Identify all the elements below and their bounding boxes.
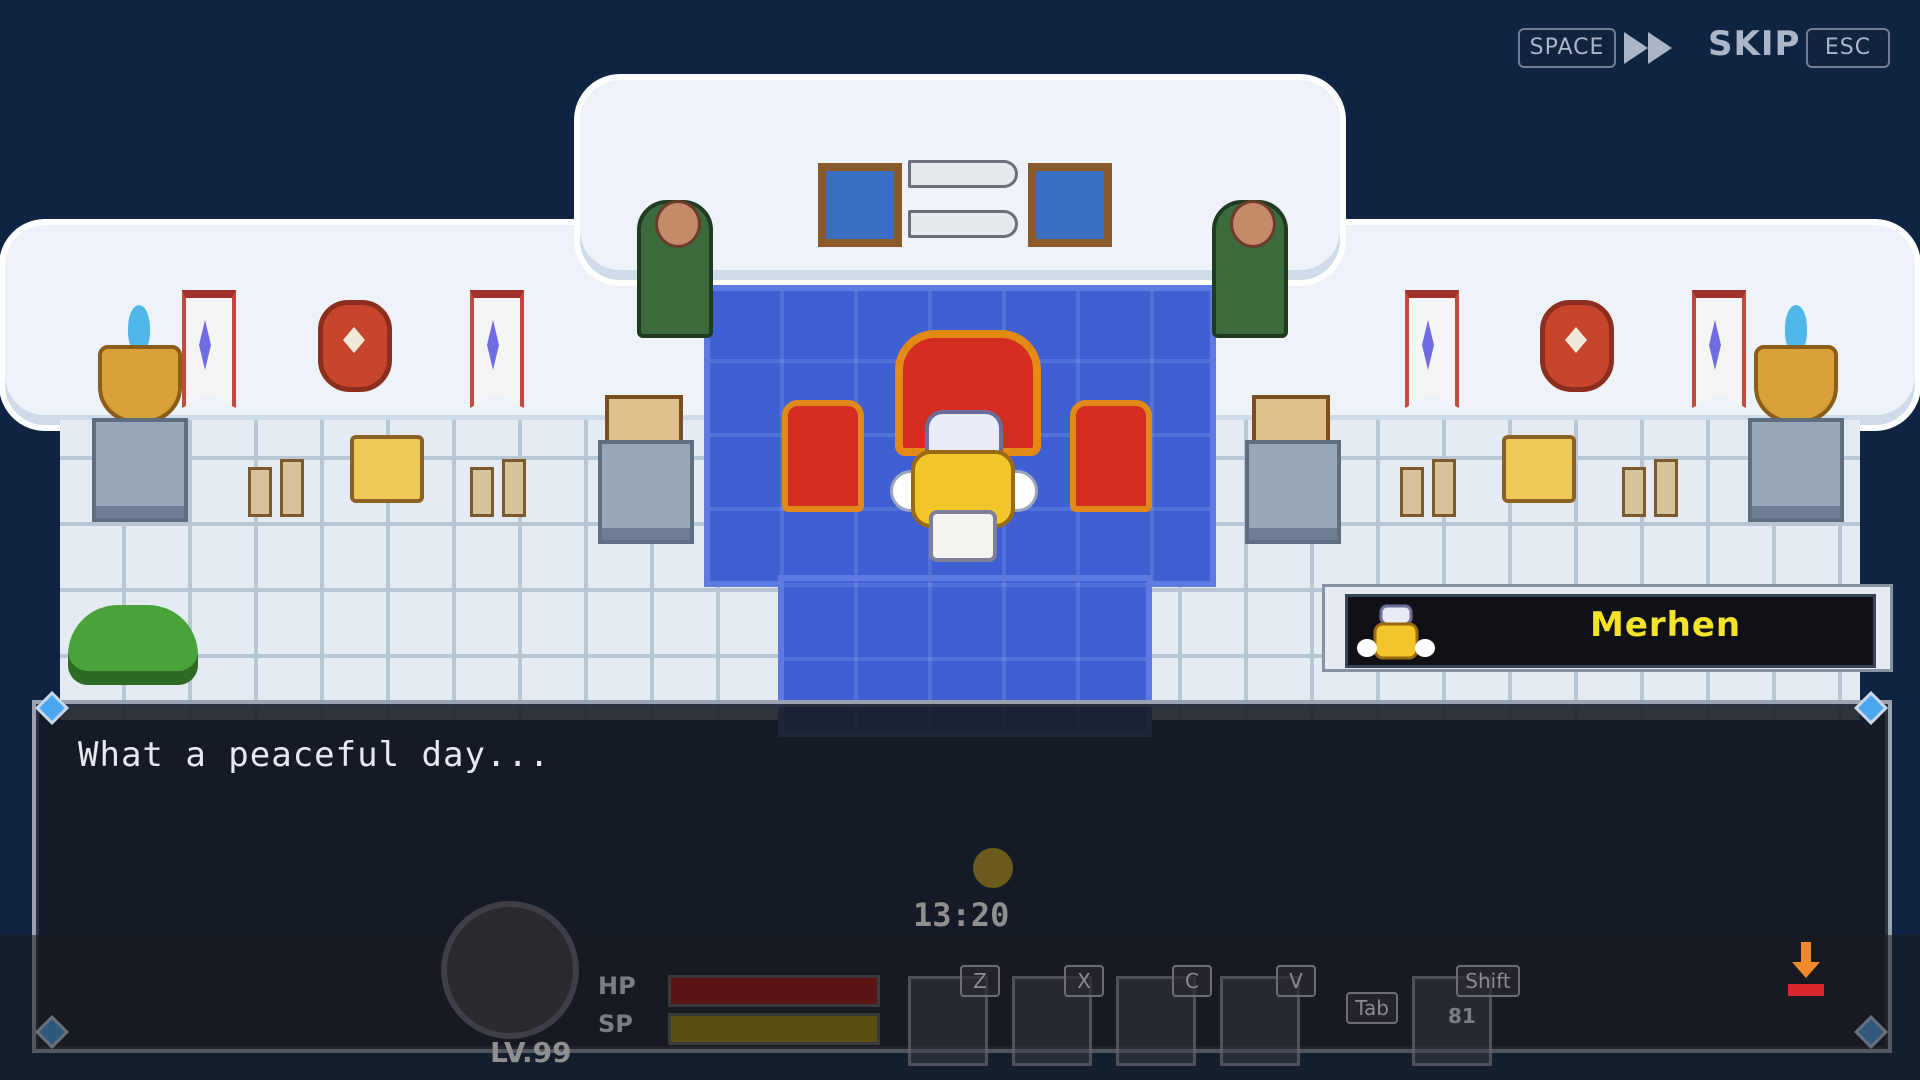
pedestal [1245, 440, 1341, 544]
hp-label: HP [598, 972, 636, 1000]
sword-decoration [908, 160, 1018, 188]
character-portrait-icon [1357, 604, 1435, 660]
clock-display: 13:20 [913, 896, 1010, 934]
advance-arrow-icon[interactable] [1788, 940, 1824, 1000]
character-portrait-icon [441, 901, 579, 1039]
speaker-name: Merhen [1590, 605, 1742, 645]
space-key-button[interactable]: SPACE [1518, 28, 1616, 68]
painting-left [818, 163, 902, 247]
hotkey-c-key: C [1172, 965, 1212, 997]
fast-forward-icon[interactable] [1622, 30, 1678, 66]
candle-stand [1614, 455, 1684, 517]
green-bush [68, 605, 198, 685]
banner [1692, 290, 1746, 408]
golden-stool [1502, 435, 1576, 503]
shift-key: Shift [1456, 965, 1520, 997]
candle-stand [1392, 455, 1462, 517]
tab-key[interactable]: Tab [1346, 992, 1398, 1024]
candle-stand [462, 455, 532, 517]
hotkey-v-key: V [1276, 965, 1316, 997]
sword-decoration [908, 210, 1018, 238]
statue-right [1212, 200, 1288, 338]
level-label: LV.99 [490, 1036, 572, 1069]
item-count: 81 [1448, 1004, 1476, 1028]
golden-urn [98, 345, 182, 423]
pedestal [92, 418, 188, 522]
esc-key-button[interactable]: ESC [1806, 28, 1890, 68]
red-chair-left [782, 400, 864, 512]
pedestal [598, 440, 694, 544]
banner [470, 290, 524, 408]
sun-icon [973, 848, 1013, 888]
statue-left [637, 200, 713, 338]
hp-bar [668, 975, 880, 1007]
red-shield [1540, 300, 1614, 392]
pedestal [1748, 418, 1844, 522]
dialogue-text: What a peaceful day... [78, 735, 551, 775]
red-chair-right [1070, 400, 1152, 512]
painting-right [1028, 163, 1112, 247]
golden-stool [350, 435, 424, 503]
banner [182, 290, 236, 408]
candle-stand [240, 455, 310, 517]
banner [1405, 290, 1459, 408]
hotkey-x-key: X [1064, 965, 1104, 997]
sp-bar [668, 1013, 880, 1045]
hotkey-z-key: Z [960, 965, 1000, 997]
golden-urn [1754, 345, 1838, 423]
red-shield [318, 300, 392, 392]
skip-label[interactable]: SKIP [1708, 24, 1800, 64]
sp-label: SP [598, 1010, 633, 1038]
